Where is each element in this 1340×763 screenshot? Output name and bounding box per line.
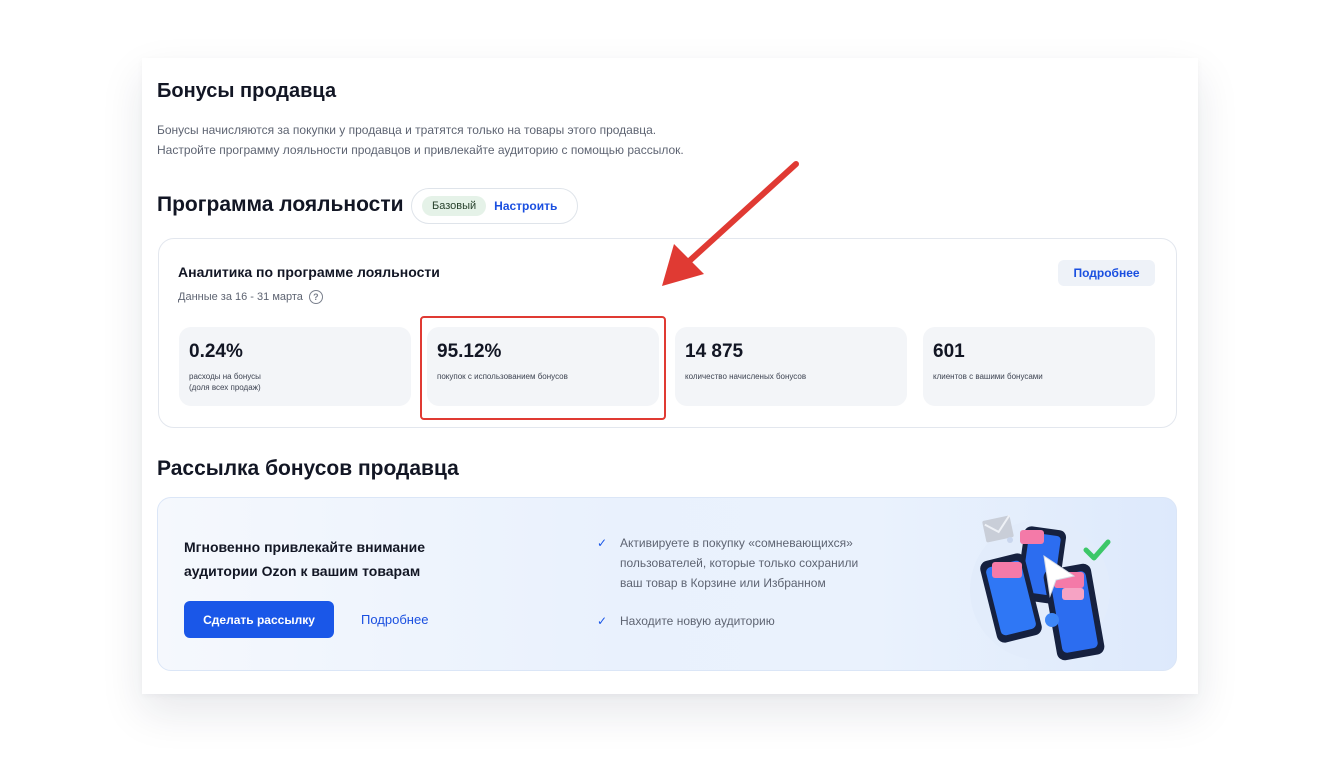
stat-label: количество начисленых бонусов (685, 372, 807, 381)
analytics-title: Аналитика по программе лояльности (178, 264, 440, 280)
stat-card-bonus-expenses: 0.24% расходы на бонусы (доля всех прода… (179, 327, 411, 406)
promo-headline-line-1: Мгновенно привлекайте внимание (184, 539, 426, 555)
benefit-text: Активируете в покупку «сомневающихся» по… (620, 533, 858, 593)
benefit-text: Находите новую аудиторию (620, 614, 775, 628)
stat-card-bonuses-accrued: 14 875 количество начисленых бонусов (675, 327, 907, 406)
analytics-period: Данные за 16 - 31 марта ? (178, 290, 323, 304)
configure-link[interactable]: Настроить (494, 199, 557, 213)
mailing-details-link[interactable]: Подробнее (361, 612, 428, 627)
check-icon: ✓ (597, 536, 608, 550)
stat-value: 601 (933, 341, 965, 362)
stat-card-clients-with-bonuses: 601 клиентов с вашими бонусами (923, 327, 1155, 406)
stat-value: 14 875 (685, 341, 744, 362)
red-arrow-annotation (662, 161, 799, 286)
analytics-period-text: Данные за 16 - 31 марта (178, 291, 303, 303)
stat-label-line-2: (доля всех продаж) (189, 383, 261, 392)
promo-headline: Мгновенно привлекайте внимание аудитории… (184, 535, 474, 583)
stat-value: 0.24% (189, 341, 243, 362)
create-mailing-button[interactable]: Сделать рассылку (184, 601, 334, 638)
loyalty-section-title: Программа лояльности (157, 193, 404, 216)
benefit-item: ✓ Находите новую аудиторию (597, 611, 775, 631)
promo-headline-line-2: аудитории Ozon к вашим товарам (184, 563, 421, 579)
check-icon: ✓ (597, 614, 608, 628)
analytics-details-button[interactable]: Подробнее (1058, 260, 1155, 286)
benefit-line-2: пользователей, которые только сохранили (620, 556, 859, 570)
loyalty-level-badge: Базовый (422, 196, 487, 216)
mailing-section-title: Рассылка бонусов продавца (157, 457, 459, 480)
highlight-frame (420, 316, 666, 420)
stat-label-line-1: расходы на бонусы (189, 372, 261, 381)
description-line-2: Настройте программу лояльности продавцов… (157, 143, 684, 157)
stat-label: клиентов с вашими бонусами (933, 372, 1043, 381)
stat-label: расходы на бонусы (доля всех продаж) (189, 371, 389, 393)
question-circle-icon[interactable]: ? (308, 290, 323, 304)
benefit-line-1: Активируете в покупку «сомневающихся» (620, 536, 853, 550)
benefit-line-3: ваш товар в Корзине или Избранном (620, 576, 826, 590)
benefit-item: ✓ Активируете в покупку «сомневающихся» … (597, 533, 917, 593)
description-line-1: Бонусы начисляются за покупки у продавца… (157, 123, 657, 137)
loyalty-level-pill: Базовый Настроить (411, 188, 578, 224)
page-title: Бонусы продавца (157, 80, 337, 102)
phones-with-coupons-icon (970, 514, 1111, 661)
